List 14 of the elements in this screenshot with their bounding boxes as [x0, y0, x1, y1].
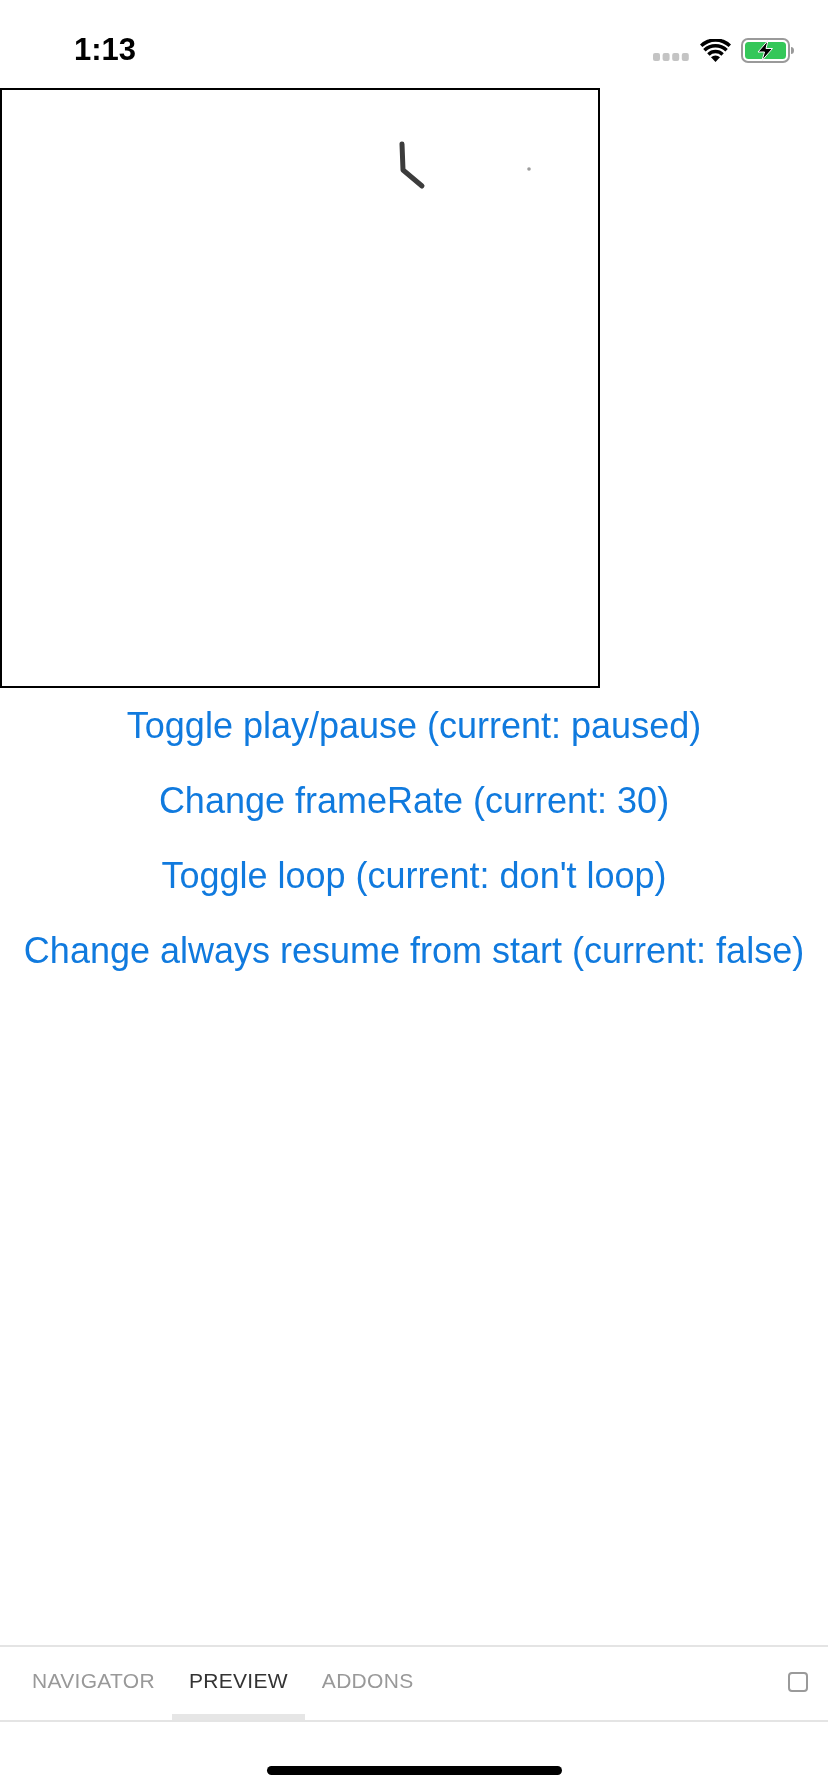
ink-dot — [527, 167, 531, 171]
action-link[interactable]: Change always resume from start (current: false) — [23, 913, 805, 988]
action-link[interactable]: Toggle loop (current: don't loop) — [161, 838, 667, 913]
status-time: 1:13 — [74, 32, 137, 68]
action-link[interactable]: Toggle play/pause (current: paused) — [126, 688, 702, 763]
battery-charging-icon — [741, 37, 794, 63]
pen-stroke — [399, 141, 425, 189]
signal-icon — [653, 53, 689, 61]
square-icon[interactable] — [788, 1671, 808, 1692]
panel-tab[interactable]: PREVIEW — [171, 1647, 305, 1720]
panel-tab[interactable]: NAVIGATOR — [15, 1647, 172, 1720]
wifi-icon — [700, 38, 731, 62]
panel-tab[interactable]: ADDONS — [304, 1647, 431, 1720]
action-link[interactable]: Change frameRate (current: 30) — [158, 763, 670, 838]
